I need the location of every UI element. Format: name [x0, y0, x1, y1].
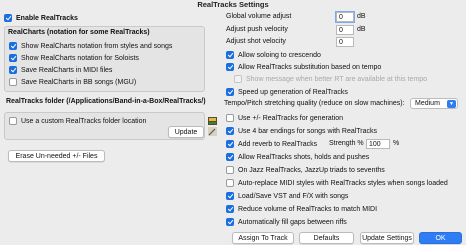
use-plus-minus-checkbox[interactable]: Use +/- RealTracks for generation: [226, 114, 343, 122]
enable-realtracks-checkbox[interactable]: Enable RealTracks: [4, 14, 78, 22]
checkbox-checked-icon: [226, 192, 234, 200]
checkbox-checked-icon: [226, 140, 234, 148]
defaults-button[interactable]: Defaults: [299, 232, 354, 244]
checkbox-checked-icon: [9, 42, 17, 50]
push-velocity-label: Adjust push velocity: [226, 26, 288, 33]
checkbox-checked-icon: [226, 153, 234, 161]
checkbox-checked-icon: [9, 66, 17, 74]
chevron-down-icon: ▼: [447, 100, 456, 108]
checkbox-unchecked-icon: [9, 78, 17, 86]
folder-icon[interactable]: [208, 116, 217, 127]
strength-input[interactable]: 100: [366, 139, 390, 149]
save-mgu-checkbox[interactable]: Save RealCharts in BB songs (MGU): [9, 78, 136, 86]
checkbox-checked-icon: [9, 54, 17, 62]
allow-substitution-checkbox[interactable]: Allow RealTracks substitution based on t…: [226, 63, 381, 71]
load-save-vst-checkbox[interactable]: Load/Save VST and F/X with songs: [226, 192, 348, 200]
edit-icon[interactable]: [208, 127, 217, 138]
stretching-select[interactable]: Medium ▼: [410, 98, 458, 109]
show-notation-soloists-checkbox[interactable]: Show RealCharts notation for Soloists: [9, 54, 139, 62]
checkbox-checked-icon: [4, 14, 12, 22]
checkbox-checked-icon: [226, 218, 234, 226]
shot-velocity-input[interactable]: 0: [336, 37, 354, 47]
show-message-checkbox[interactable]: Show message when better RT are availabl…: [234, 75, 427, 83]
global-volume-input[interactable]: 0: [335, 11, 355, 23]
allow-shots-checkbox[interactable]: Allow RealTracks shots, holds and pushes: [226, 153, 369, 161]
update-settings-button[interactable]: Update Settings: [360, 232, 414, 244]
speed-up-checkbox[interactable]: Speed up generation of RealTracks: [226, 88, 348, 96]
fill-gaps-checkbox[interactable]: Automatically fill gaps between riffs: [226, 218, 347, 226]
checkbox-checked-icon: [226, 63, 234, 71]
use-4bar-checkbox[interactable]: Use 4 bar endings for songs with RealTra…: [226, 127, 377, 135]
realcharts-heading: RealCharts (notation for some RealTracks…: [8, 29, 150, 36]
realcharts-panel: RealCharts (notation for some RealTracks…: [4, 26, 205, 92]
stretching-label: Tempo/Pitch stretching quality (reduce o…: [224, 100, 405, 107]
ok-button[interactable]: OK: [419, 232, 462, 244]
assign-to-track-button[interactable]: Assign To Track: [232, 232, 294, 244]
custom-folder-checkbox[interactable]: Use a custom RealTracks folder location: [9, 117, 146, 125]
reduce-volume-checkbox[interactable]: Reduce volume of RealTracks to match MID…: [226, 205, 377, 213]
window-title: RealTracks Settings: [197, 0, 269, 9]
checkbox-unchecked-icon: [226, 179, 234, 187]
checkbox-unchecked-icon: [226, 114, 234, 122]
checkbox-checked-icon: [226, 127, 234, 135]
strength-unit: %: [393, 140, 400, 147]
folder-heading: RealTracks folder (/Applications/Band-in…: [6, 98, 206, 105]
checkbox-checked-disabled-icon: [234, 75, 242, 83]
update-folder-button[interactable]: Update: [168, 126, 204, 138]
show-notation-styles-checkbox[interactable]: Show RealCharts notation from styles and…: [9, 42, 172, 50]
push-velocity-input[interactable]: 0: [336, 25, 354, 35]
jazz-triads-checkbox[interactable]: On Jazz RealTracks, JazzUp triads to sev…: [226, 166, 385, 174]
checkbox-checked-icon: [226, 51, 234, 59]
checkbox-unchecked-icon: [9, 117, 17, 125]
checkbox-checked-icon: [226, 205, 234, 213]
strength-label: Strength %: [329, 140, 364, 147]
save-midi-checkbox[interactable]: Save RealCharts in MIDI files: [9, 66, 112, 74]
global-volume-label: Global volume adjust: [226, 13, 292, 20]
checkbox-checked-icon: [226, 88, 234, 96]
erase-files-button[interactable]: Erase Un-needed +/- Files: [8, 150, 105, 162]
allow-crescendo-checkbox[interactable]: Allow soloing to crescendo: [226, 51, 321, 59]
folder-panel: Use a custom RealTracks folder location …: [4, 112, 205, 140]
shot-velocity-label: Adjust shot velocity: [226, 38, 286, 45]
push-velocity-unit: dB: [357, 26, 366, 33]
auto-replace-checkbox[interactable]: Auto-replace MIDI styles with RealTracks…: [226, 179, 448, 187]
global-volume-unit: dB: [357, 13, 366, 20]
add-reverb-checkbox[interactable]: Add reverb to RealTracks: [226, 140, 317, 148]
checkbox-unchecked-icon: [226, 166, 234, 174]
